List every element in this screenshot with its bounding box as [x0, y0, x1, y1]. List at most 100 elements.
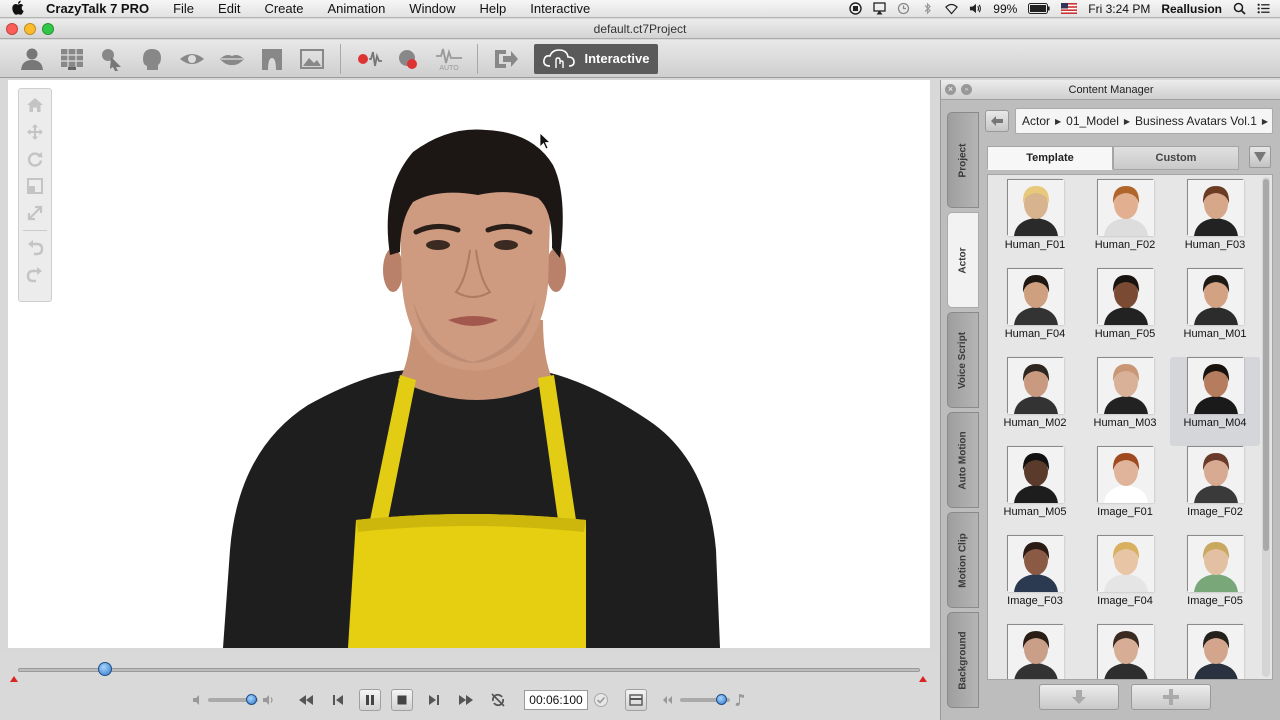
content-item-label: Human_F02	[1094, 239, 1156, 251]
breadcrumb-item[interactable]: Business Avatars Vol.1	[1135, 114, 1257, 128]
menubar-user[interactable]: Reallusion	[1161, 2, 1222, 16]
stop-button[interactable]	[391, 689, 413, 711]
redo-button[interactable]	[25, 265, 45, 285]
volume-slider[interactable]	[208, 694, 258, 705]
filter-dropdown-button[interactable]	[1249, 146, 1271, 168]
tab-custom[interactable]: Custom	[1113, 146, 1239, 170]
menu-edit[interactable]: Edit	[206, 0, 252, 18]
back-button[interactable]	[985, 110, 1009, 132]
pause-button[interactable]	[359, 689, 381, 711]
time-confirm-button[interactable]	[590, 689, 612, 711]
content-item[interactable]: Human_F04	[990, 268, 1080, 357]
content-item[interactable]: Image_F01	[1080, 446, 1170, 535]
battery-icon[interactable]	[1028, 3, 1050, 14]
apple-menu-icon[interactable]	[0, 0, 36, 18]
content-item[interactable]: Human_M02	[990, 357, 1080, 446]
breadcrumb-item[interactable]: Actor	[1022, 114, 1050, 128]
volume-icon[interactable]	[969, 2, 982, 15]
avatar-render[interactable]	[8, 80, 930, 648]
speed-slider-knob[interactable]	[716, 694, 727, 705]
menu-animation[interactable]: Animation	[315, 0, 397, 18]
content-scrollbar[interactable]	[1262, 177, 1270, 677]
content-item[interactable]: Human_F02	[1080, 179, 1170, 268]
range-start-marker[interactable]	[10, 676, 18, 682]
tab-auto-motion[interactable]: Auto Motion	[947, 412, 979, 508]
content-item-thumbnail	[1187, 624, 1244, 679]
zoom-view-button[interactable]	[25, 203, 45, 223]
content-item[interactable]: Human_F05	[1080, 268, 1170, 357]
previous-frame-button[interactable]	[327, 689, 349, 711]
record-icon[interactable]	[849, 2, 862, 15]
time-machine-icon[interactable]	[897, 2, 910, 15]
rewind-button[interactable]	[295, 689, 317, 711]
auto-animation-button[interactable]: AUTO	[429, 42, 469, 76]
content-scrollbar-thumb[interactable]	[1263, 179, 1269, 551]
fast-forward-button[interactable]	[455, 689, 477, 711]
range-end-marker[interactable]	[919, 676, 927, 682]
undo-button[interactable]	[25, 238, 45, 258]
tab-actor[interactable]: Actor	[947, 212, 979, 308]
content-item[interactable]: Human_M03	[1080, 357, 1170, 446]
apply-content-button[interactable]	[1039, 684, 1119, 710]
eye-settings-button[interactable]	[172, 42, 212, 76]
back-arrow-icon	[991, 116, 1003, 126]
home-view-button[interactable]	[25, 95, 45, 115]
content-item[interactable]: Image_F03	[990, 535, 1080, 624]
tab-background[interactable]: Background	[947, 612, 979, 708]
timeline-track[interactable]	[18, 668, 920, 672]
content-item[interactable]: Human_M04	[1170, 357, 1260, 446]
airplay-icon[interactable]	[873, 2, 886, 15]
menu-interactive[interactable]: Interactive	[518, 0, 602, 18]
face-orientation-button[interactable]	[92, 42, 132, 76]
head-shape-button[interactable]	[132, 42, 172, 76]
timeline-playhead[interactable]	[98, 662, 112, 676]
content-item[interactable]: Image_F04	[1080, 535, 1170, 624]
rotate-view-button[interactable]	[25, 149, 45, 169]
loop-toggle-button[interactable]	[487, 689, 509, 711]
notification-center-icon[interactable]	[1257, 2, 1270, 15]
volume-slider-knob[interactable]	[246, 694, 257, 705]
us-flag-icon[interactable]	[1061, 3, 1078, 14]
image-button[interactable]	[292, 42, 332, 76]
export-button[interactable]	[486, 42, 526, 76]
record-voice-button[interactable]	[349, 42, 389, 76]
breadcrumb-arrow-icon[interactable]: ▶	[1262, 117, 1268, 126]
time-display[interactable]: 00:06:100	[524, 690, 588, 710]
add-content-button[interactable]	[1131, 684, 1211, 710]
speed-slider[interactable]	[680, 694, 730, 705]
content-item[interactable]: Human_F03	[1170, 179, 1260, 268]
actor-button[interactable]	[12, 42, 52, 76]
content-item[interactable]: Image_F02	[1170, 446, 1260, 535]
menubar-clock[interactable]: Fri 3:24 PM	[1088, 2, 1150, 16]
menu-window[interactable]: Window	[397, 0, 467, 18]
timeline-toggle-button[interactable]	[625, 689, 647, 711]
menu-file[interactable]: File	[161, 0, 206, 18]
puppet-record-button[interactable]	[389, 42, 429, 76]
wifi-icon[interactable]	[945, 2, 959, 15]
stage-viewport[interactable]	[8, 80, 930, 648]
spotlight-search-icon[interactable]	[1233, 2, 1246, 15]
next-frame-button[interactable]	[423, 689, 445, 711]
background-mask-button[interactable]	[252, 42, 292, 76]
face-fitting-button[interactable]	[52, 42, 92, 76]
tab-voice-script[interactable]: Voice Script	[947, 312, 979, 408]
content-item[interactable]: Human_M01	[1170, 268, 1260, 357]
mouth-settings-button[interactable]	[212, 42, 252, 76]
breadcrumb-item[interactable]: 01_Model	[1066, 114, 1119, 128]
tab-motion-clip[interactable]: Motion Clip	[947, 512, 979, 608]
content-item[interactable]: Image_F05	[1170, 535, 1260, 624]
content-item[interactable]	[990, 624, 1080, 679]
content-item[interactable]: Human_M05	[990, 446, 1080, 535]
menu-help[interactable]: Help	[468, 0, 519, 18]
tab-template[interactable]: Template	[987, 146, 1113, 170]
bluetooth-icon[interactable]	[921, 2, 934, 15]
content-item[interactable]	[1080, 624, 1170, 679]
menu-create[interactable]: Create	[252, 0, 315, 18]
app-menu[interactable]: CrazyTalk 7 PRO	[36, 0, 161, 18]
interactive-mode-button[interactable]: Interactive	[534, 43, 658, 74]
content-item[interactable]	[1170, 624, 1260, 679]
scale-view-button[interactable]	[25, 176, 45, 196]
move-view-button[interactable]	[25, 122, 45, 142]
content-item[interactable]: Human_F01	[990, 179, 1080, 268]
tab-project[interactable]: Project	[947, 112, 979, 208]
